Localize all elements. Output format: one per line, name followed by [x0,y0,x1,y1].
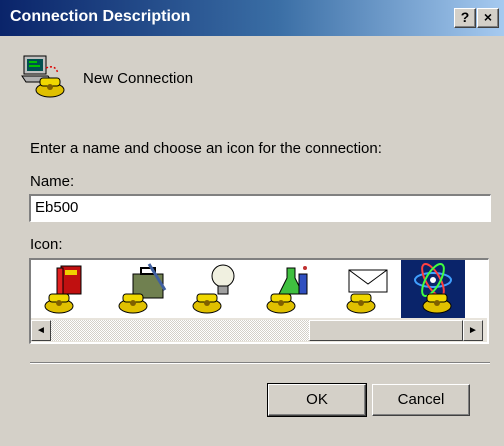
book-phone-icon[interactable] [35,260,99,318]
icon-label: Icon: [30,236,63,253]
atom-phone-icon[interactable] [401,260,465,318]
briefcase-phone-icon[interactable] [109,260,173,318]
horizontal-scrollbar[interactable]: ◄ ► [31,318,487,342]
name-input[interactable]: Eb500 [29,194,491,222]
connection-description-dialog: Connection Description ? × New Connectio… [0,0,504,446]
window-title: Connection Description [10,8,191,25]
cancel-button[interactable]: Cancel [372,384,470,416]
help-button[interactable]: ? [454,8,476,28]
scroll-thumb[interactable] [309,320,463,341]
close-button[interactable]: × [477,8,499,28]
scroll-track[interactable] [51,320,309,341]
instruction-text: Enter a name and choose an icon for the … [30,140,382,157]
connection-type-label: New Connection [83,70,194,87]
lab-flask-phone-icon[interactable] [257,260,321,318]
name-label: Name: [30,173,75,190]
scroll-right-button[interactable]: ► [463,320,483,341]
title-bar[interactable]: Connection Description ? × [0,0,504,36]
icon-list[interactable]: ◄ ► [29,258,489,344]
phone-computer-icon [20,54,68,100]
envelope-phone-icon[interactable] [331,260,395,318]
separator [30,362,490,364]
scroll-left-button[interactable]: ◄ [31,320,51,341]
lightbulb-phone-icon[interactable] [183,260,247,318]
ok-button[interactable]: OK [267,383,367,417]
